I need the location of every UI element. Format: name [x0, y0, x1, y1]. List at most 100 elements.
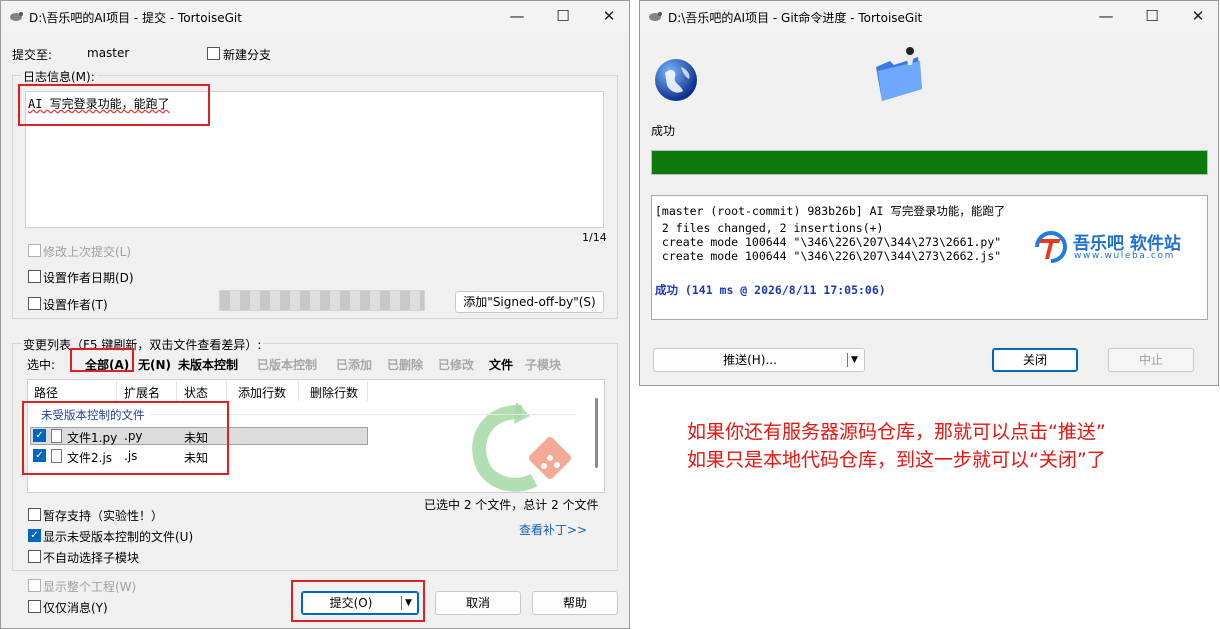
progress-bar [651, 150, 1208, 175]
document-icon [51, 449, 62, 463]
filter-none[interactable]: 无(N) [138, 356, 171, 373]
abort-button-label: 中止 [1138, 353, 1163, 367]
log-message-label: 日志信息(M): [21, 68, 97, 85]
globe-icon [655, 59, 697, 101]
group-header-line [151, 414, 576, 415]
filter-all[interactable]: 全部(A) [85, 356, 129, 373]
author-field-blurred[interactable] [219, 290, 425, 311]
set-author-date-checkbox[interactable] [28, 270, 41, 283]
help-button[interactable]: 帮助 [532, 591, 618, 615]
dropdown-arrow-icon[interactable]: ▼ [405, 592, 412, 614]
maximize-icon[interactable]: ☐ [1129, 1, 1175, 32]
cancel-button[interactable]: 取消 [435, 591, 521, 615]
group-header-unversioned: 未受版本控制的文件 [41, 408, 145, 422]
document-icon [51, 429, 62, 443]
dropdown-arrow-icon[interactable]: ▼ [851, 349, 858, 371]
output-line: create mode 100644 "\346\226\207\344\273… [655, 249, 1002, 263]
log-message-text: AI 写完登录功能，能跑了 [28, 97, 170, 111]
set-author-label[interactable]: 设置作者(T) [43, 296, 108, 313]
folder-icon [876, 47, 922, 101]
set-author-checkbox[interactable] [28, 297, 41, 310]
tortoisegit-watermark-icon [472, 402, 571, 492]
checkmark-icon: ✓ [35, 450, 44, 461]
push-button-label: 推送(H)... [723, 353, 777, 367]
no-auto-submodule-label[interactable]: 不自动选择子模块 [43, 549, 139, 566]
show-whole-project-label: 显示整个工程(W) [43, 580, 137, 594]
column-separator [367, 381, 368, 401]
no-auto-submodule-checkbox[interactable] [28, 550, 41, 563]
checkmark-icon: ✓ [30, 530, 39, 541]
selection-summary: 已选中 2 个文件，总计 2 个文件 [424, 498, 599, 512]
close-icon[interactable]: ✕ [1175, 1, 1220, 32]
set-author-date-label[interactable]: 设置作者日期(D) [43, 269, 134, 286]
column-separator [298, 381, 299, 401]
filter-files[interactable]: 文件 [489, 356, 513, 373]
output-line: 2 files changed, 2 insertions(+) [655, 221, 884, 235]
minimize-icon[interactable]: — [1083, 1, 1129, 32]
file-list-scrollbar[interactable] [595, 398, 598, 468]
column-status[interactable]: 状态 [184, 384, 208, 401]
result-line: 成功 (141 ms @ 2026/8/11 17:05:06) [655, 283, 886, 297]
output-line: create mode 100644 "\346\226\207\344\273… [655, 235, 1002, 249]
column-separator [176, 381, 177, 401]
minimize-icon[interactable]: — [494, 1, 540, 32]
close-icon[interactable]: ✕ [586, 1, 632, 32]
progress-bar-fill [652, 151, 1207, 174]
filter-versioned[interactable]: 已版本控制 [257, 356, 317, 373]
commit-dialog-titlebar[interactable]: D:\吾乐吧的AI项目 - 提交 - TortoiseGit — ☐ ✕ [1, 1, 629, 32]
commit-button-label: 提交(O) [329, 596, 373, 610]
new-branch-label[interactable]: 新建分支 [223, 46, 271, 63]
watermark-logo-icon [1035, 231, 1067, 263]
file1-checkbox[interactable]: ✓ [33, 429, 46, 442]
file1-name: 文件1.py [67, 431, 118, 445]
commit-dialog: D:\吾乐吧的AI项目 - 提交 - TortoiseGit — ☐ ✕ 提交至… [0, 0, 630, 629]
close-button-label: 关闭 [1022, 353, 1047, 367]
show-unversioned-checkbox[interactable]: ✓ [28, 529, 41, 542]
abort-button[interactable]: 中止 [1108, 348, 1194, 372]
filter-modified[interactable]: 已修改 [438, 356, 474, 373]
view-patch-link[interactable]: 查看补丁>> [519, 521, 587, 538]
annotation-line-1: 如果你还有服务器源码仓库，那就可以点击“推送” [687, 421, 1106, 443]
filter-added[interactable]: 已添加 [336, 356, 372, 373]
message-only-checkbox[interactable] [28, 600, 41, 613]
changes-label: 变更列表（F5 键刷新，双击文件查看差异）: [21, 336, 264, 353]
filter-unversioned[interactable]: 未版本控制 [178, 356, 238, 373]
branch-name: master [87, 46, 130, 60]
message-only-label[interactable]: 仅仅消息(Y) [43, 599, 108, 616]
file2-ext: .js [124, 449, 138, 463]
push-button[interactable]: 推送(H)... ▼ [653, 348, 865, 372]
stash-support-label[interactable]: 暂存支持（实验性！） [43, 507, 163, 524]
progress-dialog-titlebar[interactable]: D:\吾乐吧的AI项目 - Git命令进度 - TortoiseGit — ☐ … [640, 1, 1218, 32]
stash-support-checkbox[interactable] [28, 508, 41, 521]
progress-dialog: D:\吾乐吧的AI项目 - Git命令进度 - TortoiseGit — ☐ … [639, 0, 1219, 386]
show-whole-project-checkbox[interactable] [28, 579, 41, 592]
amend-checkbox[interactable] [28, 244, 41, 257]
checkmark-icon: ✓ [35, 430, 44, 441]
column-path[interactable]: 路径 [34, 384, 58, 401]
column-lines-added[interactable]: 添加行数 [238, 384, 286, 401]
cancel-button-label: 取消 [465, 596, 490, 610]
commit-button[interactable]: 提交(O) ▼ [301, 591, 419, 615]
amend-label: 修改上次提交(L) [43, 245, 132, 259]
column-separator [116, 381, 117, 401]
new-branch-checkbox[interactable] [207, 47, 220, 60]
filter-submodules[interactable]: 子模块 [525, 356, 561, 373]
file1-ext: .py [124, 429, 143, 443]
file2-name: 文件2.js [67, 451, 113, 465]
watermark-logo: 吾乐吧 软件站 www.wuleba.com [1033, 229, 1203, 265]
signed-off-by-button-label: 添加"Signed-off-by"(S) [463, 295, 596, 309]
maximize-icon[interactable]: ☐ [540, 1, 586, 32]
window-title: D:\吾乐吧的AI项目 - 提交 - TortoiseGit [29, 11, 242, 25]
file2-checkbox[interactable]: ✓ [33, 449, 46, 462]
show-unversioned-label[interactable]: 显示未受版本控制的文件(U) [43, 528, 193, 545]
close-button[interactable]: 关闭 [992, 348, 1078, 372]
filter-deleted[interactable]: 已删除 [387, 356, 423, 373]
signed-off-by-button[interactable]: 添加"Signed-off-by"(S) [455, 291, 604, 313]
column-ext[interactable]: 扩展名 [124, 384, 160, 401]
file1-status: 未知 [184, 431, 209, 445]
file2-status: 未知 [184, 451, 209, 465]
column-lines-removed[interactable]: 删除行数 [310, 384, 358, 401]
help-button-label: 帮助 [562, 596, 587, 610]
tortoisegit-icon [10, 12, 23, 21]
log-message-editor[interactable]: AI 写完登录功能，能跑了 [25, 91, 604, 228]
